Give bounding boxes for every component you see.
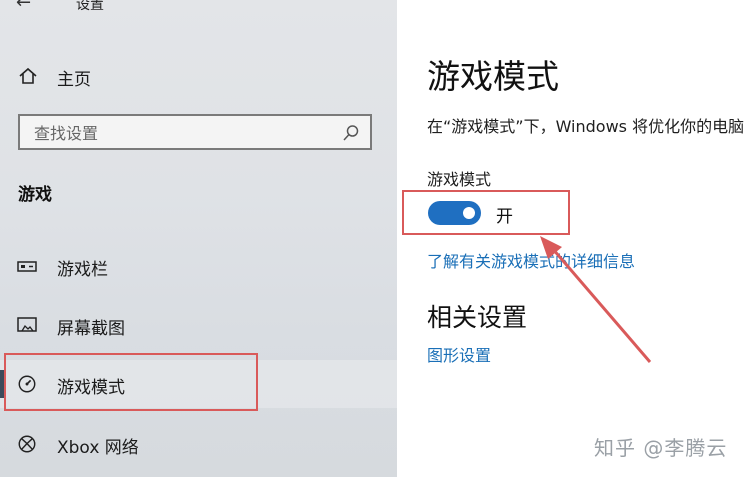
annotation-box bbox=[4, 353, 258, 411]
search-box[interactable] bbox=[18, 114, 372, 150]
page-description: 在“游戏模式”下，Windows 将优化你的电脑 bbox=[427, 117, 745, 136]
back-arrow-icon[interactable]: ← bbox=[16, 0, 31, 13]
learn-more-link[interactable]: 了解有关游戏模式的详细信息 bbox=[427, 248, 635, 272]
graphics-settings-link[interactable]: 图形设置 bbox=[427, 342, 491, 366]
section-title: 游戏 bbox=[18, 185, 52, 205]
sidebar-item-label: 游戏栏 bbox=[57, 260, 108, 280]
xbox-icon bbox=[18, 435, 36, 453]
search-icon[interactable] bbox=[342, 124, 360, 142]
main-content: 游戏模式 在“游戏模式”下，Windows 将优化你的电脑 游戏模式 开 了解有… bbox=[397, 0, 754, 477]
sidebar-item-home[interactable]: 主页 bbox=[0, 56, 397, 96]
sidebar: ← 设置 主页 游戏 游戏栏 屏幕截图 bbox=[0, 0, 397, 477]
toggle-state-label: 开 bbox=[496, 207, 513, 227]
sidebar-item-xbox[interactable]: Xbox 网络 bbox=[0, 420, 397, 468]
window-title: 设置 bbox=[76, 0, 104, 13]
toggle-knob bbox=[463, 207, 475, 219]
sidebar-item-screen-capture[interactable]: 屏幕截图 bbox=[0, 301, 397, 349]
title-bar: ← 设置 bbox=[0, 0, 397, 16]
home-icon bbox=[19, 67, 37, 84]
sidebar-item-game-bar[interactable]: 游戏栏 bbox=[0, 242, 397, 290]
game-mode-setting-label: 游戏模式 bbox=[427, 170, 492, 189]
sidebar-item-label: 主页 bbox=[57, 70, 91, 90]
screen-capture-icon bbox=[17, 317, 37, 332]
sidebar-item-label: Xbox 网络 bbox=[57, 438, 139, 458]
sidebar-item-label: 屏幕截图 bbox=[57, 319, 125, 339]
related-settings-title: 相关设置 bbox=[427, 303, 528, 332]
game-bar-icon bbox=[17, 261, 37, 272]
search-input[interactable] bbox=[32, 121, 336, 145]
game-mode-toggle[interactable] bbox=[428, 201, 481, 225]
watermark: 知乎 @李腾云 bbox=[594, 436, 728, 460]
page-title: 游戏模式 bbox=[427, 57, 559, 96]
